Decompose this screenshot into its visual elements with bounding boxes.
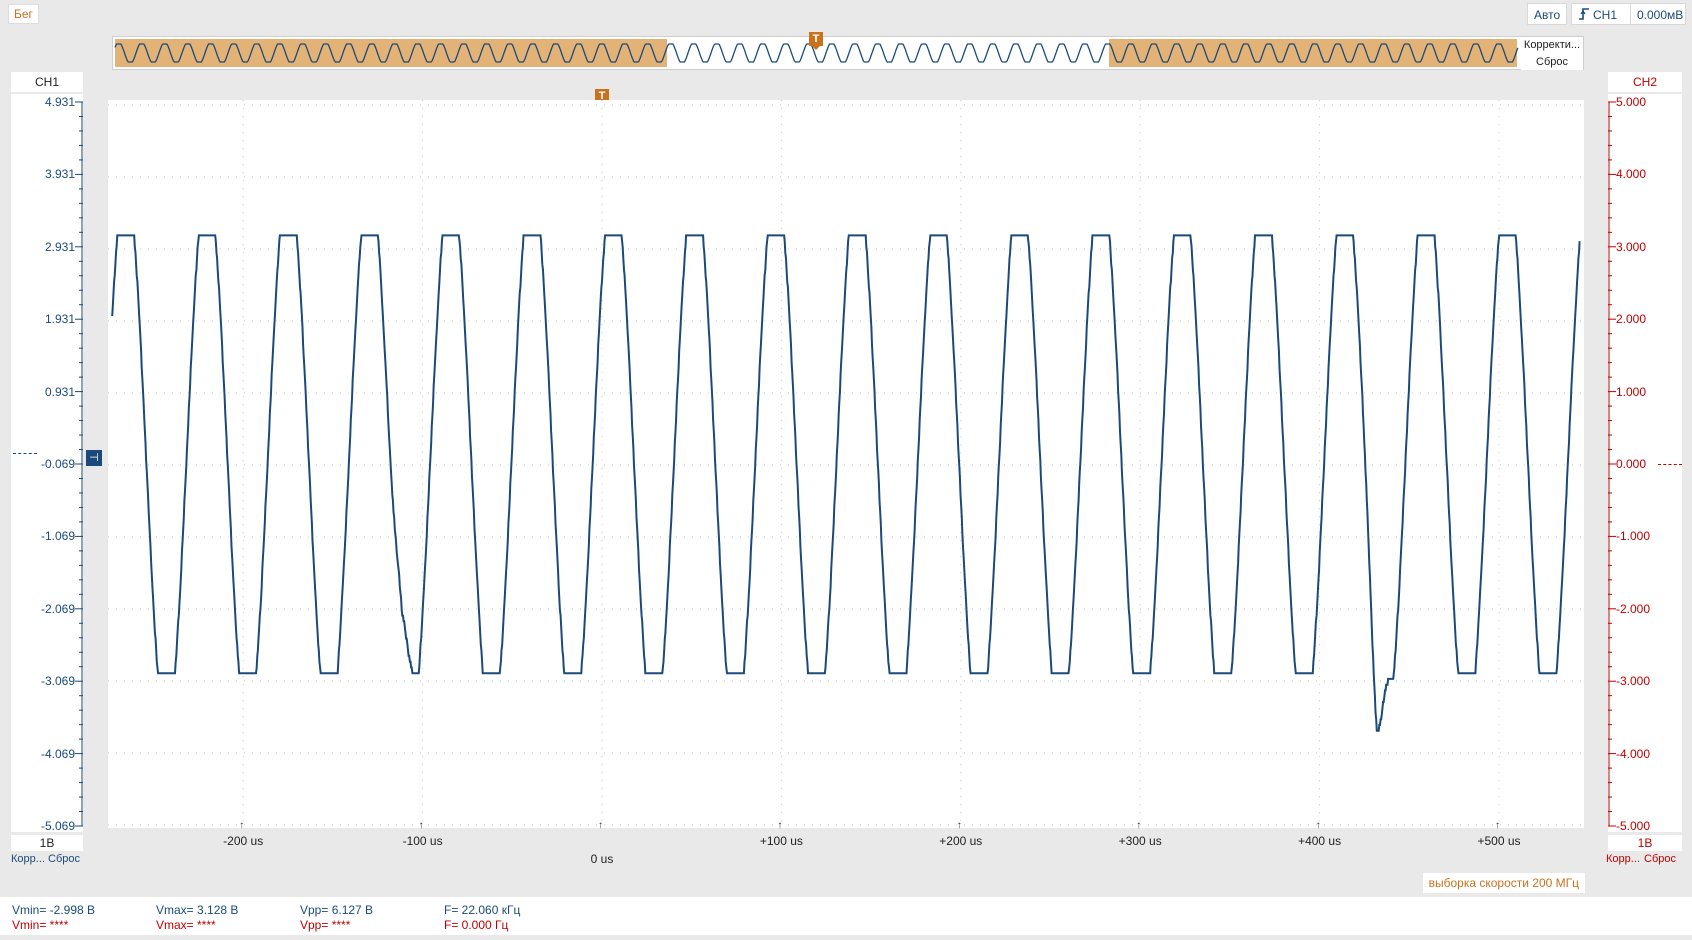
- ch1-tick-label: 0.931: [44, 384, 75, 399]
- ch1-tick-label: -1.069: [40, 529, 75, 544]
- ch1-tick-label: -4.069: [40, 746, 75, 761]
- run-status-badge: Бег: [8, 4, 39, 24]
- ch2-scale-label[interactable]: 1В: [1608, 835, 1682, 851]
- ch1-header[interactable]: CH1: [11, 72, 83, 92]
- ch1-frequency: F= 22.060 кГц: [444, 903, 521, 917]
- ch1-tick-label: -5.069: [40, 819, 75, 833]
- waveform-canvas: [108, 100, 1584, 828]
- ch2-reset-button[interactable]: Сброс: [1644, 853, 1676, 865]
- overview-correction-button[interactable]: Корректи...: [1521, 37, 1583, 53]
- time-tick-arrow-icon: ↑: [1315, 820, 1321, 831]
- measurements-panel: Vmin= -2.998 В Vmax= 3.128 В Vpp= 6.127 …: [0, 897, 1692, 935]
- ch1-tick-label: -3.069: [40, 674, 75, 689]
- overview-trigger-marker[interactable]: T: [809, 32, 823, 50]
- time-tick-label: +200 us: [939, 834, 983, 848]
- ch2-tick-label: 0.000: [1616, 457, 1647, 471]
- ch1-tick-label: 4.931: [44, 95, 75, 109]
- ch1-zero-dash: [13, 453, 37, 454]
- time-tick-label: 0 us: [590, 852, 614, 866]
- time-tick-label: -200 us: [223, 834, 264, 848]
- time-tick-arrow-icon: ↑: [239, 820, 245, 831]
- time-tick-arrow-icon: ↑: [777, 820, 783, 831]
- ch1-tick-label: -0.069: [40, 457, 75, 471]
- time-tick-arrow-icon: ↑: [598, 820, 603, 831]
- time-tick-arrow-icon: ↑: [1495, 820, 1500, 831]
- overview-reset-button[interactable]: Сброс: [1521, 54, 1583, 70]
- ch2-tick-label: 3.000: [1616, 239, 1647, 254]
- ch1-reset-button[interactable]: Сброс: [48, 853, 80, 865]
- ch2-zero-dash: [1658, 464, 1682, 465]
- ch2-frequency: F= 0.000 Гц: [444, 918, 509, 932]
- ch1-vmin: Vmin= -2.998 В: [12, 903, 96, 917]
- ch2-tick-label: -5.000: [1616, 819, 1651, 833]
- time-tick-label: +100 us: [759, 834, 803, 848]
- ch2-tick-label: 5.000: [1616, 95, 1647, 109]
- ch2-tick-label: -2.000: [1616, 601, 1651, 616]
- ch1-scale-label[interactable]: 1В: [11, 835, 83, 851]
- time-tick-arrow-icon: ↑: [956, 820, 962, 831]
- ch2-vmin: Vmin= ****: [12, 918, 69, 932]
- time-tick-label: -100 us: [402, 834, 443, 848]
- ch2-vmax: Vmax= ****: [156, 918, 216, 932]
- ch2-tick-label: -1.000: [1616, 529, 1651, 544]
- time-tick-label: +300 us: [1118, 834, 1162, 848]
- sample-rate-label: выборка скорости 200 МГц: [1422, 873, 1585, 893]
- ch1-tick-label: 1.931: [44, 312, 75, 327]
- ch1-waveform-line: [111, 234, 1581, 732]
- ch2-vpp: Vpp= ****: [300, 918, 351, 932]
- ch2-tick-label: 1.000: [1616, 384, 1647, 399]
- ch1-offset-marker-icon[interactable]: ⊣: [86, 450, 102, 466]
- time-tick-label: +500 us: [1477, 834, 1521, 848]
- overview-strip[interactable]: Корректи... Сброс: [112, 36, 1584, 70]
- time-tick-label: +400 us: [1298, 834, 1342, 848]
- ch1-vpp: Vpp= 6.127 В: [300, 903, 374, 917]
- ch1-tick-label: -2.069: [40, 601, 75, 616]
- ch1-correction-button[interactable]: Корр...: [11, 853, 45, 865]
- time-tick-arrow-icon: ↑: [418, 820, 424, 831]
- time-tick-arrow-icon: ↑: [1136, 820, 1142, 831]
- trigger-level-button[interactable]: 0.000мВ: [1630, 3, 1686, 25]
- waveform-plot[interactable]: [108, 100, 1584, 828]
- ch2-header[interactable]: CH2: [1608, 72, 1682, 92]
- ch2-correction-button[interactable]: Корр...: [1606, 853, 1640, 865]
- ch2-tick-label: 4.000: [1616, 167, 1647, 182]
- trigger-mode-button[interactable]: Авто: [1527, 3, 1568, 25]
- ch1-tick-label: 2.931: [44, 239, 75, 254]
- ch1-vmax: Vmax= 3.128 В: [156, 903, 239, 917]
- trigger-source-label: CH1: [1593, 8, 1618, 22]
- rising-edge-icon: [1579, 8, 1589, 20]
- ch1-tick-label: 3.931: [44, 167, 75, 182]
- ch1-axis-panel[interactable]: 4.931 3.931 2.931 1.931 0.931 -0.069 -1.069 -2.…: [11, 94, 83, 833]
- ch2-tick-label: 2.000: [1616, 312, 1647, 327]
- ch2-tick-label: -3.000: [1616, 674, 1651, 689]
- trigger-source-button[interactable]: CH1: [1571, 3, 1631, 25]
- ch2-axis-panel[interactable]: 5.000 4.000 3.000 2.000 1.000 0.000 -1.000 -2.0…: [1608, 94, 1682, 833]
- ch2-tick-label: -4.000: [1616, 746, 1651, 761]
